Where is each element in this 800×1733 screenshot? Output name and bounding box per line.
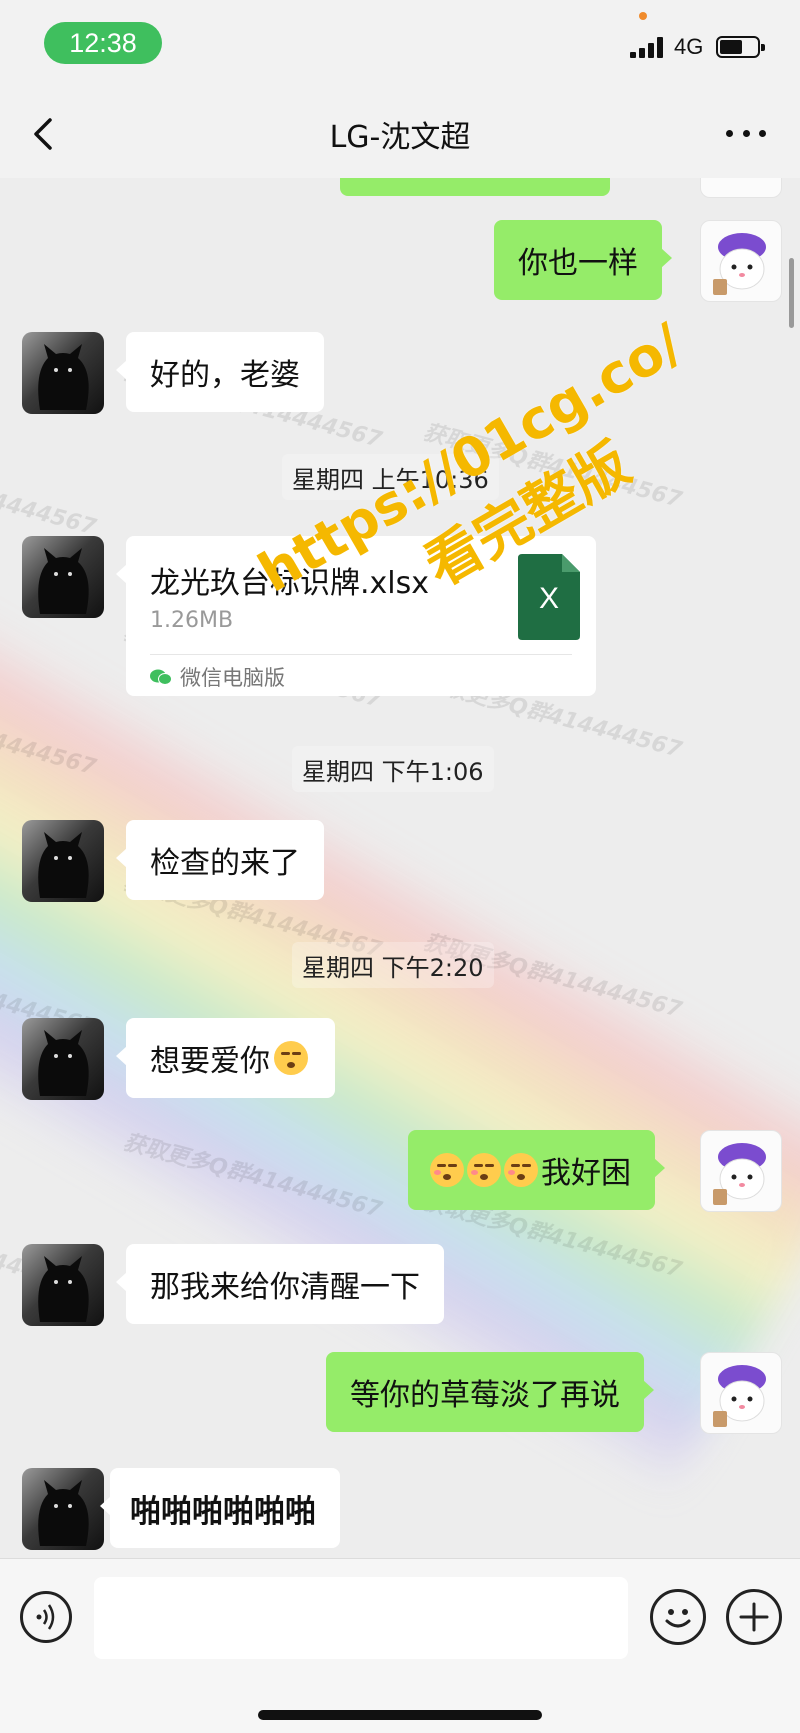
signal-icon [630, 36, 664, 58]
black-cat-avatar-icon [38, 344, 89, 410]
bear-avatar-icon [713, 233, 766, 295]
watermark: 414444567 [0, 720, 99, 781]
message-bubble-in[interactable]: 想要爱你 [116, 1018, 335, 1098]
status-bar: 12:38 4G [0, 0, 800, 88]
chat-screen: 12:38 4G LG-沈文超 获取更多Q群414444567 获取更多Q群41… [0, 0, 800, 1733]
avatar-contact[interactable] [22, 1244, 104, 1326]
message-timestamp: 星期四 下午1:06 [292, 746, 494, 792]
more-actions-button[interactable] [726, 1589, 782, 1645]
avatar-contact[interactable] [22, 332, 104, 414]
watermark: 414444567 [0, 480, 99, 541]
avatar-self[interactable] [700, 220, 782, 302]
file-size: 1.26MB [150, 608, 234, 633]
message-bubble-in[interactable]: 啪啪啪啪啪啪 [100, 1468, 340, 1548]
plus-icon [739, 1602, 769, 1632]
voice-icon [36, 1604, 55, 1630]
status-time: 12:38 [44, 22, 162, 64]
message-list[interactable]: 获取更多Q群414444567 获取更多Q群414444567 41444456… [0, 178, 800, 1558]
more-options-button[interactable] [726, 128, 766, 140]
sleepy-emoji-icon [504, 1153, 538, 1187]
excel-badge-letter: X [538, 582, 559, 615]
message-bubble-in[interactable]: 检查的来了 [116, 820, 324, 900]
avatar-contact[interactable] [22, 536, 104, 618]
message-bubble-out[interactable]: 你也一样 [494, 220, 672, 300]
message-timestamp: 星期四 下午2:20 [292, 942, 494, 988]
avatar-self[interactable] [700, 178, 782, 198]
avatar-self[interactable] [700, 1130, 782, 1212]
scrollbar[interactable] [789, 258, 794, 328]
file-name: 龙光玖台标识牌.xlsx [150, 566, 430, 601]
message-input[interactable] [94, 1577, 628, 1659]
privacy-indicator-dot [639, 12, 647, 20]
message-text: 想要爱你 [150, 1044, 270, 1079]
emoji-button[interactable] [650, 1589, 706, 1645]
file-message-card[interactable]: 龙光玖台标识牌.xlsx 1.26MB X 微信电脑版 [116, 536, 596, 696]
message-timestamp: 星期四 上午10:36 [282, 454, 499, 500]
chat-title: LG-沈文超 [329, 120, 471, 155]
file-source-label: 微信电脑版 [180, 666, 285, 690]
avatar-contact[interactable] [22, 1018, 104, 1100]
black-cat-avatar-icon [38, 832, 89, 898]
message-bubble-out[interactable]: 我好困 [408, 1130, 665, 1210]
excel-file-icon: X [518, 554, 580, 640]
voice-button[interactable] [20, 1591, 72, 1643]
avatar-contact[interactable] [22, 1468, 104, 1550]
home-area [0, 1678, 800, 1733]
black-cat-avatar-icon [38, 1030, 89, 1096]
file-source: 微信电脑版 [150, 662, 285, 692]
black-cat-avatar-icon [38, 548, 89, 614]
bear-avatar-icon [713, 1143, 766, 1205]
wechat-icon [150, 669, 172, 685]
watermark: 获取更多Q群414444567 [120, 1129, 385, 1223]
network-type: 4G [674, 34, 704, 59]
input-bar [0, 1558, 800, 1678]
message-bubble-in[interactable]: 那我来给你清醒一下 [116, 1244, 444, 1324]
sleepy-emoji-icon [467, 1153, 501, 1187]
file-divider [150, 654, 572, 655]
more-dots-icon [726, 130, 733, 137]
black-cat-avatar-icon [38, 1480, 89, 1546]
message-bubble-in[interactable]: 好的，老婆 [116, 332, 324, 412]
avatar-self[interactable] [700, 1352, 782, 1434]
home-indicator[interactable] [258, 1710, 542, 1720]
message-bubble-out[interactable]: 等你的草莓淡了再说 [326, 1352, 654, 1432]
avatar-contact[interactable] [22, 820, 104, 902]
message-text: 我好困 [541, 1156, 631, 1191]
sleepy-emoji-icon [430, 1153, 464, 1187]
blush-emoji-icon [274, 1041, 308, 1075]
bear-avatar-icon [713, 1365, 766, 1427]
battery-icon [716, 36, 765, 58]
message-bubble-partial[interactable] [340, 178, 610, 196]
nav-bar: LG-沈文超 [0, 88, 800, 178]
emoji-icon [665, 1609, 691, 1628]
black-cat-avatar-icon [38, 1256, 89, 1322]
